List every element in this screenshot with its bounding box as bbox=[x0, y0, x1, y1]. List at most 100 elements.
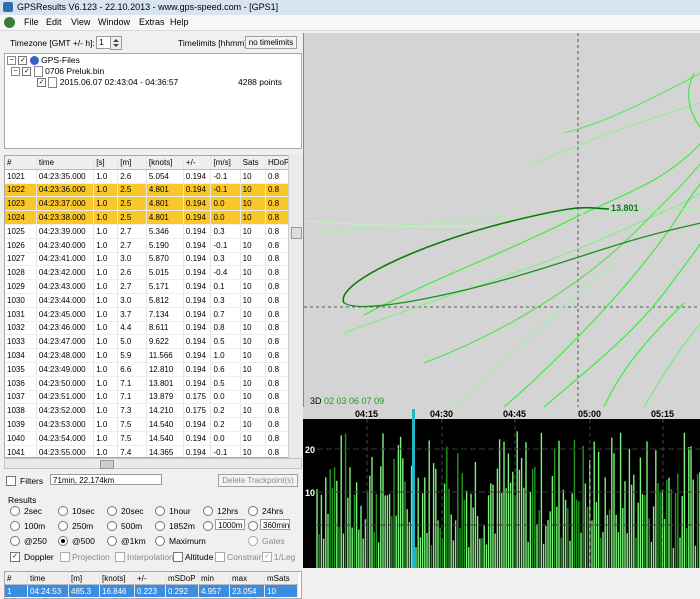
custom-distance-input[interactable]: 1000m bbox=[215, 519, 245, 530]
grid-column-header[interactable]: [m/s] bbox=[210, 156, 241, 170]
table-cell: 3.0 bbox=[117, 252, 147, 267]
table-row[interactable]: 1028 04:23:42.000 1.0 2.6 5.015 0.194 -0.4 10 0.… bbox=[5, 265, 291, 281]
table-cell: 04:23:35.000 bbox=[36, 169, 95, 184]
grid-horizontal-scrollbar[interactable] bbox=[4, 458, 302, 469]
grid-column-header[interactable]: [m] bbox=[117, 156, 147, 170]
collapse-icon[interactable]: − bbox=[7, 56, 16, 66]
table-row[interactable]: 1022 04:23:36.000 1.0 2.5 4.801 0.194 -0.1 10 0.… bbox=[5, 183, 291, 198]
document-icon[interactable] bbox=[4, 17, 15, 28]
table-cell: 1024 bbox=[5, 210, 37, 225]
projection-checkbox[interactable] bbox=[60, 552, 70, 562]
table-row[interactable]: 1035 04:23:49.000 1.0 6.6 12.810 0.194 0.6 10 0.… bbox=[5, 362, 291, 377]
results-column-header[interactable]: max bbox=[229, 572, 265, 585]
radio-2sec-label: 2sec bbox=[24, 506, 42, 516]
filters-checkbox[interactable] bbox=[6, 476, 16, 486]
table-row[interactable]: 1027 04:23:41.000 1.0 3.0 5.870 0.194 0.3 10 0.8 bbox=[5, 252, 291, 267]
results-column-header[interactable]: +/- bbox=[134, 572, 166, 585]
grid-vertical-scrollbar[interactable] bbox=[288, 155, 303, 458]
collapse-icon[interactable]: − bbox=[11, 67, 20, 77]
menu-extras[interactable]: Extras bbox=[139, 17, 165, 27]
grid-column-header[interactable]: Sats bbox=[240, 156, 267, 170]
interpolation-checkbox[interactable] bbox=[115, 552, 125, 562]
table-row[interactable]: 1026 04:23:40.000 1.0 2.7 5.190 0.194 -0.1 10 0.… bbox=[5, 238, 291, 253]
results-column-header[interactable]: # bbox=[5, 572, 28, 585]
radio-24hrs[interactable] bbox=[248, 506, 258, 516]
timezone-spinner[interactable] bbox=[110, 36, 122, 50]
menu-view[interactable]: View bbox=[71, 17, 90, 27]
radio-20sec[interactable] bbox=[107, 506, 117, 516]
menu-file[interactable]: File bbox=[24, 17, 39, 27]
one-per-leg-checkbox[interactable]: ✓ bbox=[262, 552, 272, 562]
filters-info-field[interactable]: 71min, 22.174km bbox=[50, 474, 162, 485]
doppler-checkbox[interactable]: ✓ bbox=[10, 552, 20, 562]
table-row[interactable]: 1021 04:23:35.000 1.0 2.6 5.054 0.194 -0.1 10 0.… bbox=[5, 169, 291, 184]
grid-column-header[interactable]: time bbox=[36, 156, 95, 170]
table-row[interactable]: 1038 04:23:52.000 1.0 7.3 14.210 0.175 0.2 10 0.… bbox=[5, 403, 291, 419]
radio-gates[interactable] bbox=[248, 536, 258, 546]
table-row[interactable]: 1041 04:23:55.000 1.0 7.4 14.365 0.194 -0.1 10 0… bbox=[5, 445, 291, 457]
table-row[interactable]: 1031 04:23:45.000 1.0 3.7 7.134 0.194 0.7 10 0.8 bbox=[5, 307, 291, 322]
delete-trackpoints-button[interactable]: Delete Trackpoint(s) bbox=[218, 474, 298, 487]
constrain-checkbox[interactable] bbox=[215, 552, 225, 562]
table-row[interactable]: 1025 04:23:39.000 1.0 2.7 5.346 0.194 0.3 10 0.8 bbox=[5, 224, 291, 239]
altitude-checkbox[interactable] bbox=[173, 552, 183, 562]
table-cell: 0.8 bbox=[265, 169, 291, 184]
table-row[interactable]: 1024 04:23:38.000 1.0 2.5 4.801 0.194 0.0 10 0.8 bbox=[5, 210, 291, 225]
radio-2sec[interactable] bbox=[10, 506, 20, 516]
results-column-header[interactable]: mSDoP bbox=[165, 572, 199, 585]
scroll-thumb[interactable] bbox=[291, 227, 302, 239]
tree-file[interactable]: − ✓ 0706 Preluk.bin bbox=[11, 66, 104, 78]
radio-1852m[interactable] bbox=[155, 521, 165, 531]
radio-100m[interactable] bbox=[10, 521, 20, 531]
track-map[interactable]: 13.801 bbox=[303, 33, 700, 407]
radio-at-1km[interactable] bbox=[107, 536, 117, 546]
table-row[interactable]: 1034 04:23:48.000 1.0 5.9 11.566 0.194 1.0 10 0.… bbox=[5, 348, 291, 363]
radio-1hour[interactable] bbox=[155, 506, 165, 516]
menu-window[interactable]: Window bbox=[98, 17, 130, 27]
tree-track[interactable]: ✓ 2015.06.07 02:43:04 - 04:36:57 bbox=[37, 77, 178, 89]
check-icon[interactable]: ✓ bbox=[18, 56, 28, 66]
table-row[interactable]: 1040 04:23:54.000 1.0 7.5 14.540 0.194 0.0 10 0.… bbox=[5, 431, 291, 446]
table-row[interactable]: 1033 04:23:47.000 1.0 5.0 9.622 0.194 0.5 10 0.8 bbox=[5, 334, 291, 350]
speed-chart-canvas[interactable]: 04:15 04:30 04:45 05:00 05:15 20 10 bbox=[303, 407, 700, 568]
radio-10sec[interactable] bbox=[58, 506, 68, 516]
table-row[interactable]: 1029 04:23:43.000 1.0 2.7 5.171 0.194 0.1 10 0.8 bbox=[5, 279, 291, 294]
check-icon[interactable]: ✓ bbox=[22, 67, 32, 77]
results-column-header[interactable]: [knots] bbox=[99, 572, 135, 585]
results-column-header[interactable]: [m] bbox=[68, 572, 100, 585]
table-row[interactable]: 1032 04:23:46.000 1.0 4.4 8.611 0.194 0.8 10 0.8 bbox=[5, 321, 291, 336]
left-panel: Timezone [GMT +/- h]: 1 Timelimits [hhmm… bbox=[0, 31, 303, 599]
tree-root[interactable]: − ✓ GPS-Files bbox=[7, 55, 80, 66]
grid-column-header[interactable]: [knots] bbox=[146, 156, 184, 170]
grid-column-header[interactable]: HDoP bbox=[265, 156, 291, 170]
grid-column-header[interactable]: # bbox=[5, 156, 37, 170]
results-column-header[interactable]: time bbox=[27, 572, 69, 585]
scroll-thumb[interactable] bbox=[100, 460, 114, 469]
results-column-header[interactable]: mSats bbox=[264, 572, 298, 585]
radio-custom-distance[interactable] bbox=[203, 521, 213, 531]
table-row[interactable]: 1037 04:23:51.000 1.0 7.1 13.879 0.175 0.0 10 0.… bbox=[5, 390, 291, 405]
radio-maximum[interactable] bbox=[155, 536, 165, 546]
custom-time-input[interactable]: 360min bbox=[260, 519, 290, 530]
no-timelimits-button[interactable]: no timelimits bbox=[245, 36, 297, 49]
table-row[interactable]: 1030 04:23:44.000 1.0 3.0 5.812 0.194 0.3 10 0.8 bbox=[5, 293, 291, 308]
menu-edit[interactable]: Edit bbox=[46, 17, 62, 27]
grid-column-header[interactable]: +/- bbox=[183, 156, 212, 170]
results-column-header[interactable]: min bbox=[198, 572, 230, 585]
table-row[interactable]: 1023 04:23:37.000 1.0 2.5 4.801 0.194 0.0 10 0.8 bbox=[5, 196, 291, 212]
speed-chart[interactable]: 04:15 04:30 04:45 05:00 05:15 20 10 bbox=[303, 407, 700, 568]
radio-custom-time[interactable] bbox=[248, 521, 258, 531]
table-cell: 2.5 bbox=[117, 210, 147, 225]
radio-500m[interactable] bbox=[107, 521, 117, 531]
results-row[interactable]: 1 04:24:53 485.3 16.846 0.223 0.292 4.957 23.05… bbox=[5, 584, 298, 597]
radio-12hrs[interactable] bbox=[203, 506, 213, 516]
track-map-canvas[interactable]: 13.801 bbox=[304, 33, 700, 407]
check-icon[interactable]: ✓ bbox=[37, 78, 46, 88]
menu-help[interactable]: Help bbox=[170, 17, 189, 27]
table-row[interactable]: 1039 04:23:53.000 1.0 7.5 14.540 0.194 0.2 10 0.… bbox=[5, 417, 291, 432]
radio-at-250[interactable] bbox=[10, 536, 20, 546]
table-row[interactable]: 1036 04:23:50.000 1.0 7.1 13.801 0.194 0.5 10 0.… bbox=[5, 376, 291, 391]
radio-at-500[interactable] bbox=[58, 536, 68, 546]
radio-250m[interactable] bbox=[58, 521, 68, 531]
grid-column-header[interactable]: [s] bbox=[93, 156, 119, 170]
